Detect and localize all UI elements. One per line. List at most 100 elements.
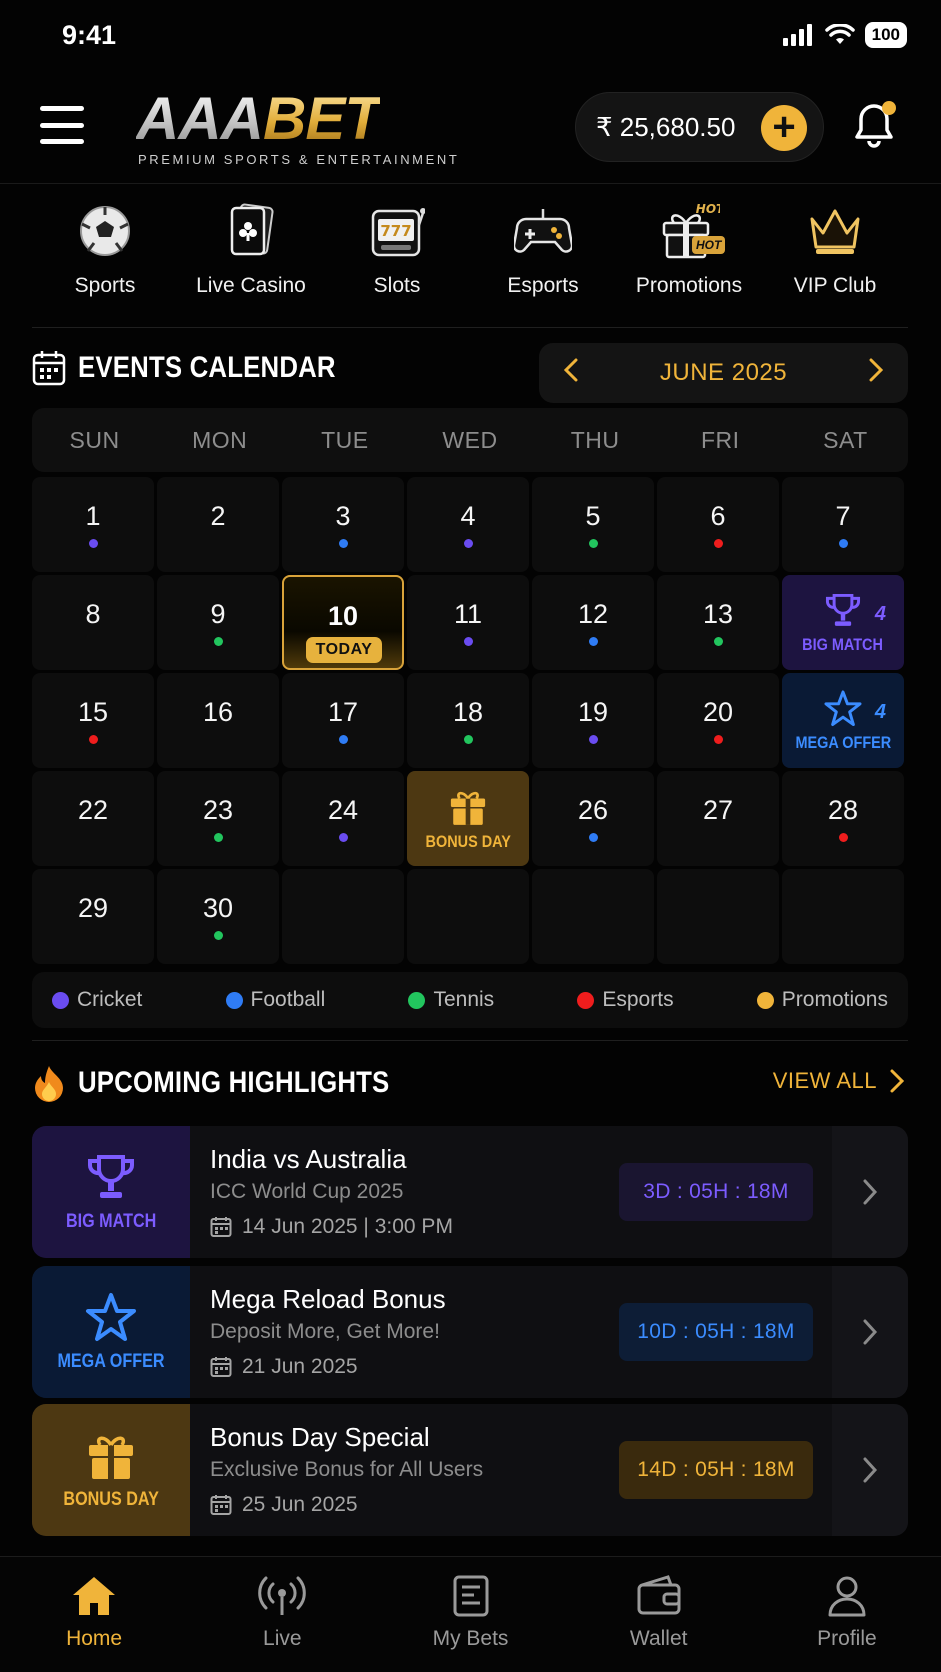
calendar-day[interactable]: 8 bbox=[32, 575, 154, 670]
day-number: 6 bbox=[710, 501, 726, 531]
notifications-button[interactable] bbox=[854, 100, 898, 150]
calendar-day[interactable]: 22 bbox=[32, 771, 154, 866]
calendar-empty-cell bbox=[657, 869, 779, 964]
category-promotions[interactable]: HOT HOT Promotions bbox=[616, 200, 762, 327]
prev-month-button[interactable] bbox=[559, 357, 583, 390]
bottom-tab-bar: Home Live My Bets Wallet Profile bbox=[0, 1556, 941, 1672]
wallet-balance[interactable]: ₹ 25,680.50 + bbox=[575, 92, 824, 162]
special-corner-number: 4 bbox=[874, 701, 886, 723]
tab-wallet[interactable]: Wallet bbox=[565, 1557, 753, 1672]
highlight-card[interactable]: BIG MATCH India vs Australia ICC World C… bbox=[32, 1126, 908, 1258]
special-corner-number: 4 bbox=[874, 603, 886, 625]
legend-dot bbox=[52, 991, 69, 1009]
calendar-day[interactable]: 4 bbox=[407, 477, 529, 572]
calendar-day-special[interactable]: BIG MATCH 4 bbox=[782, 575, 904, 670]
category-slots[interactable]: 777 Slots bbox=[324, 200, 470, 327]
tab-label: Profile bbox=[817, 1627, 877, 1650]
star-icon bbox=[86, 1293, 136, 1341]
highlight-subtitle: ICC World Cup 2025 bbox=[210, 1180, 404, 1203]
highlight-open-button[interactable] bbox=[832, 1404, 908, 1536]
calendar-day[interactable]: 13 bbox=[657, 575, 779, 670]
calendar-day[interactable]: 12 bbox=[532, 575, 654, 670]
calendar-day[interactable]: 23 bbox=[157, 771, 279, 866]
event-dot-cricket bbox=[589, 735, 598, 744]
category-sports[interactable]: Sports bbox=[32, 200, 178, 327]
view-all-link[interactable]: VIEW ALL bbox=[773, 1068, 905, 1094]
legend-football: Football bbox=[225, 988, 325, 1012]
highlight-tag: MEGA OFFER bbox=[57, 1351, 165, 1372]
highlight-open-button[interactable] bbox=[832, 1266, 908, 1398]
star-icon bbox=[824, 689, 862, 726]
highlight-subtitle: Deposit More, Get More! bbox=[210, 1320, 440, 1343]
legend-dot bbox=[577, 991, 595, 1009]
view-all-label: VIEW ALL bbox=[772, 1068, 877, 1093]
calendar-day[interactable]: 24 bbox=[282, 771, 404, 866]
day-number: 13 bbox=[702, 599, 734, 629]
calendar-day[interactable]: 19 bbox=[532, 673, 654, 768]
calendar-day[interactable]: 7 bbox=[782, 477, 904, 572]
calendar-day[interactable]: 2 bbox=[157, 477, 279, 572]
tab-profile[interactable]: Profile bbox=[753, 1557, 941, 1672]
profile-icon bbox=[828, 1576, 866, 1617]
calendar-day[interactable]: 15 bbox=[32, 673, 154, 768]
event-dot-esports bbox=[89, 735, 98, 744]
calendar-day[interactable]: 20 bbox=[657, 673, 779, 768]
trophy-icon bbox=[825, 593, 861, 626]
tab-my-bets[interactable]: My Bets bbox=[376, 1557, 564, 1672]
gift-icon bbox=[89, 1436, 133, 1479]
calendar-day[interactable]: 27 bbox=[657, 771, 779, 866]
weekday-label: WED bbox=[442, 427, 498, 453]
calendar-day[interactable]: 9 bbox=[157, 575, 279, 670]
calendar-grid: 1 2 3 4 5 6 7 8 9 10 TODAY 11 12 13 BIG MATCH 4 15 16 17 18… bbox=[32, 477, 908, 964]
calendar-day[interactable]: 6 bbox=[657, 477, 779, 572]
next-month-button[interactable] bbox=[864, 357, 888, 390]
battery-indicator: 100 bbox=[864, 22, 907, 48]
calendar-day[interactable]: 18 bbox=[407, 673, 529, 768]
event-dot-football bbox=[339, 735, 348, 744]
highlight-date: 21 Jun 2025 bbox=[242, 1355, 358, 1378]
calendar-day[interactable]: 3 bbox=[282, 477, 404, 572]
logo-tagline: PREMIUM SPORTS & ENTERTAINMENT bbox=[138, 152, 460, 167]
add-funds-button[interactable]: + bbox=[761, 105, 807, 151]
calendar-day[interactable]: 1 bbox=[32, 477, 154, 572]
day-number: 2 bbox=[210, 501, 226, 531]
menu-button[interactable] bbox=[40, 106, 84, 144]
day-number: 15 bbox=[77, 697, 109, 727]
calendar-day-special[interactable]: BONUS DAY bbox=[407, 771, 529, 866]
calendar-day[interactable]: 28 bbox=[782, 771, 904, 866]
highlight-card[interactable]: BONUS DAY Bonus Day Special Exclusive Bo… bbox=[32, 1404, 908, 1536]
calendar-day-today[interactable]: 10 TODAY bbox=[282, 575, 404, 670]
special-day-label: MEGA OFFER bbox=[795, 732, 891, 752]
legend-tennis: Tennis bbox=[408, 988, 494, 1012]
home-icon bbox=[73, 1577, 116, 1615]
calendar-day[interactable]: 5 bbox=[532, 477, 654, 572]
tab-home[interactable]: Home bbox=[0, 1557, 188, 1672]
calendar-day-special[interactable]: MEGA OFFER 4 bbox=[782, 673, 904, 768]
calendar-day[interactable]: 26 bbox=[532, 771, 654, 866]
day-number: 10 bbox=[327, 601, 359, 631]
calendar-day[interactable]: 11 bbox=[407, 575, 529, 670]
highlight-countdown: 3D : 05H : 18M bbox=[619, 1163, 813, 1221]
calendar-empty-cell bbox=[532, 869, 654, 964]
tab-label: Home bbox=[66, 1627, 123, 1650]
category-vip-club[interactable]: VIP Club bbox=[762, 200, 908, 327]
day-number: 20 bbox=[702, 697, 734, 727]
logo-text-aaa: AAA bbox=[136, 85, 264, 152]
brand-logo[interactable]: AAABET PREMIUM SPORTS & ENTERTAINMENT bbox=[136, 85, 460, 168]
calendar-day[interactable]: 16 bbox=[157, 673, 279, 768]
calendar-day[interactable]: 30 bbox=[157, 869, 279, 964]
day-number: 17 bbox=[327, 697, 359, 727]
event-dot-esports bbox=[714, 735, 723, 744]
calendar-day[interactable]: 17 bbox=[282, 673, 404, 768]
tab-live[interactable]: Live bbox=[188, 1557, 376, 1672]
category-esports[interactable]: Esports bbox=[470, 200, 616, 327]
wifi-icon bbox=[824, 24, 855, 44]
category-label: Slots bbox=[373, 274, 421, 297]
category-live-casino[interactable]: Live Casino bbox=[178, 200, 324, 327]
calendar-day[interactable]: 29 bbox=[32, 869, 154, 964]
highlight-open-button[interactable] bbox=[832, 1126, 908, 1258]
event-dot-football bbox=[589, 637, 598, 646]
chevron-right-icon bbox=[863, 1457, 878, 1483]
weekday-label: THU bbox=[570, 427, 620, 453]
highlight-card[interactable]: MEGA OFFER Mega Reload Bonus Deposit Mor… bbox=[32, 1266, 908, 1398]
